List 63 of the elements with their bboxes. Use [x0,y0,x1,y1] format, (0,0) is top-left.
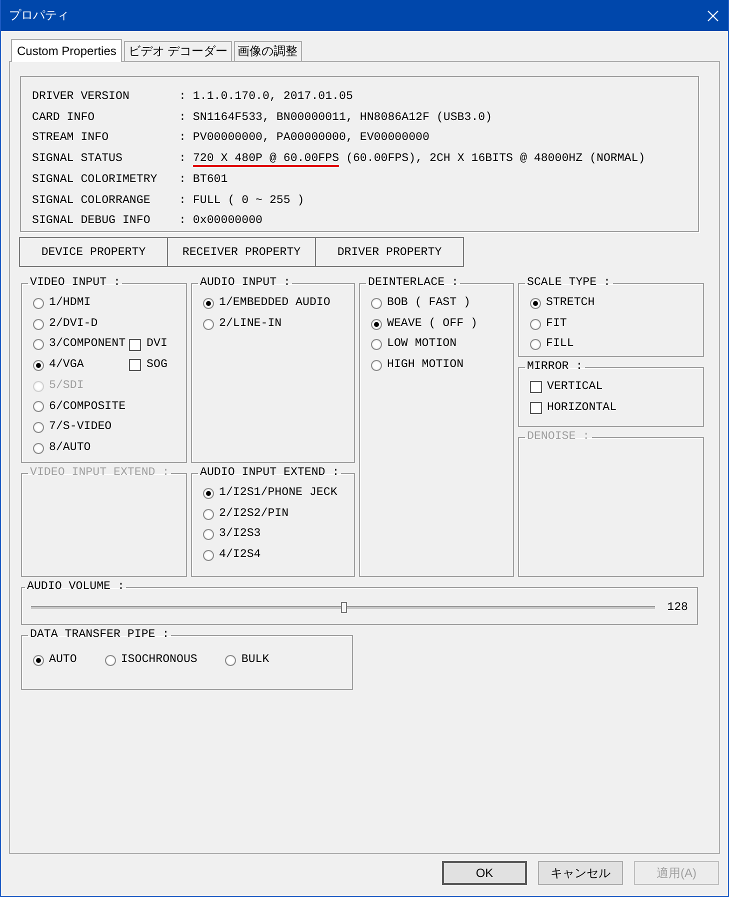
property-button[interactable]: DRIVER PROPERTY [315,237,464,267]
info-value: : 720 X 480P @ 60.00FPS (60.00FPS), 2CH X 16BITS @ 48000HZ (NORMAL) [179,151,646,170]
info-label: SIGNAL DEBUG INFO [32,213,152,230]
radio-option[interactable]: 2/I2S2/PIN [203,504,338,524]
info-value: : BT601 [179,172,228,188]
info-value: : 0x00000000 [179,213,262,230]
radio-option[interactable]: BOB ( FAST ) [371,293,478,314]
radio-option[interactable]: 1/I2S1/PHONE JECK [203,483,338,504]
dialog-button[interactable]: OK [442,861,527,885]
info-label: SIGNAL COLORRANGE [32,192,152,209]
info-value: : PV00000000, PA00000000, EV00000000 [179,130,430,146]
group-title: AUDIO VOLUME : [26,580,126,594]
checkbox[interactable]: DVI [128,334,168,356]
dialog-button[interactable]: キャンセル [538,861,623,885]
radio-option[interactable]: 4/I2S4 [203,545,338,566]
radio-option[interactable]: LOW MOTION [371,334,478,356]
group-title: DEINTERLACE : [367,276,460,290]
group-title: MIRROR : [526,360,584,374]
group-title: VIDEO INPUT : [29,276,122,290]
window-title: プロパティ [9,7,69,24]
radio-option[interactable]: AUTO [33,650,77,671]
volume-reading: 128 [667,600,688,614]
tab[interactable]: 画像の調整 [234,41,302,61]
property-button[interactable]: DEVICE PROPERTY [19,237,168,267]
property-button[interactable]: RECEIVER PROPERTY [167,237,316,267]
radio-option[interactable]: STRETCH [530,293,595,314]
info-value: : SN1164F533, BN00000011, HN8086A12F (USB3.0) [179,110,492,126]
info-label: SIGNAL STATUS [32,151,124,168]
close-icon[interactable] [707,10,719,22]
radio-option[interactable]: 4/VGA [33,355,126,376]
info-value: : FULL ( 0 ~ 255 ) [179,192,304,209]
info-label: SIGNAL COLORIMETRY [32,172,158,188]
radio-option[interactable]: 2/LINE-IN [203,314,330,334]
radio-option[interactable]: 3/COMPONENT [33,334,126,356]
checkbox[interactable]: SOG [128,355,168,376]
tab[interactable]: Custom Properties [11,39,122,62]
checkbox[interactable]: HORIZONTAL [530,398,617,418]
group-title: VIDEO INPUT EXTEND : [29,466,170,480]
info-label: STREAM INFO [32,130,110,146]
group-title: DATA TRANSFER PIPE : [29,628,170,642]
checkbox[interactable]: VERTICAL [530,377,617,398]
radio-option[interactable]: HIGH MOTION [371,355,478,376]
info-value: : 1.1.0.170.0, 2017.01.05 [179,89,353,105]
tab[interactable]: ビデオ デコーダー [124,41,232,61]
info-label: CARD INFO [32,110,96,126]
radio-option[interactable]: ISOCHRONOUS [104,650,198,671]
radio-option[interactable]: 3/I2S3 [203,524,338,546]
group-title: AUDIO INPUT : [199,276,292,290]
group-title: AUDIO INPUT EXTEND : [199,466,340,480]
radio-option[interactable]: 8/AUTO [33,438,126,459]
radio-option[interactable]: 2/DVI-D [33,314,126,334]
group-title: DENOISE : [526,430,591,444]
radio-option[interactable]: WEAVE ( OFF ) [371,314,478,334]
radio-option[interactable]: FIT [530,314,595,334]
radio-option[interactable]: FILL [530,334,595,356]
info-label: DRIVER VERSION [32,89,130,105]
radio-option[interactable]: BULK [225,650,270,671]
radio-option[interactable]: 7/S-VIDEO [33,417,126,438]
radio-option[interactable]: 6/COMPOSITE [33,396,126,418]
slider-thumb[interactable] [341,602,348,612]
radio-option[interactable]: 1/HDMI [33,293,126,314]
radio-option[interactable]: 1/EMBEDDED AUDIO [203,293,330,314]
group-title: SCALE TYPE : [526,276,612,290]
